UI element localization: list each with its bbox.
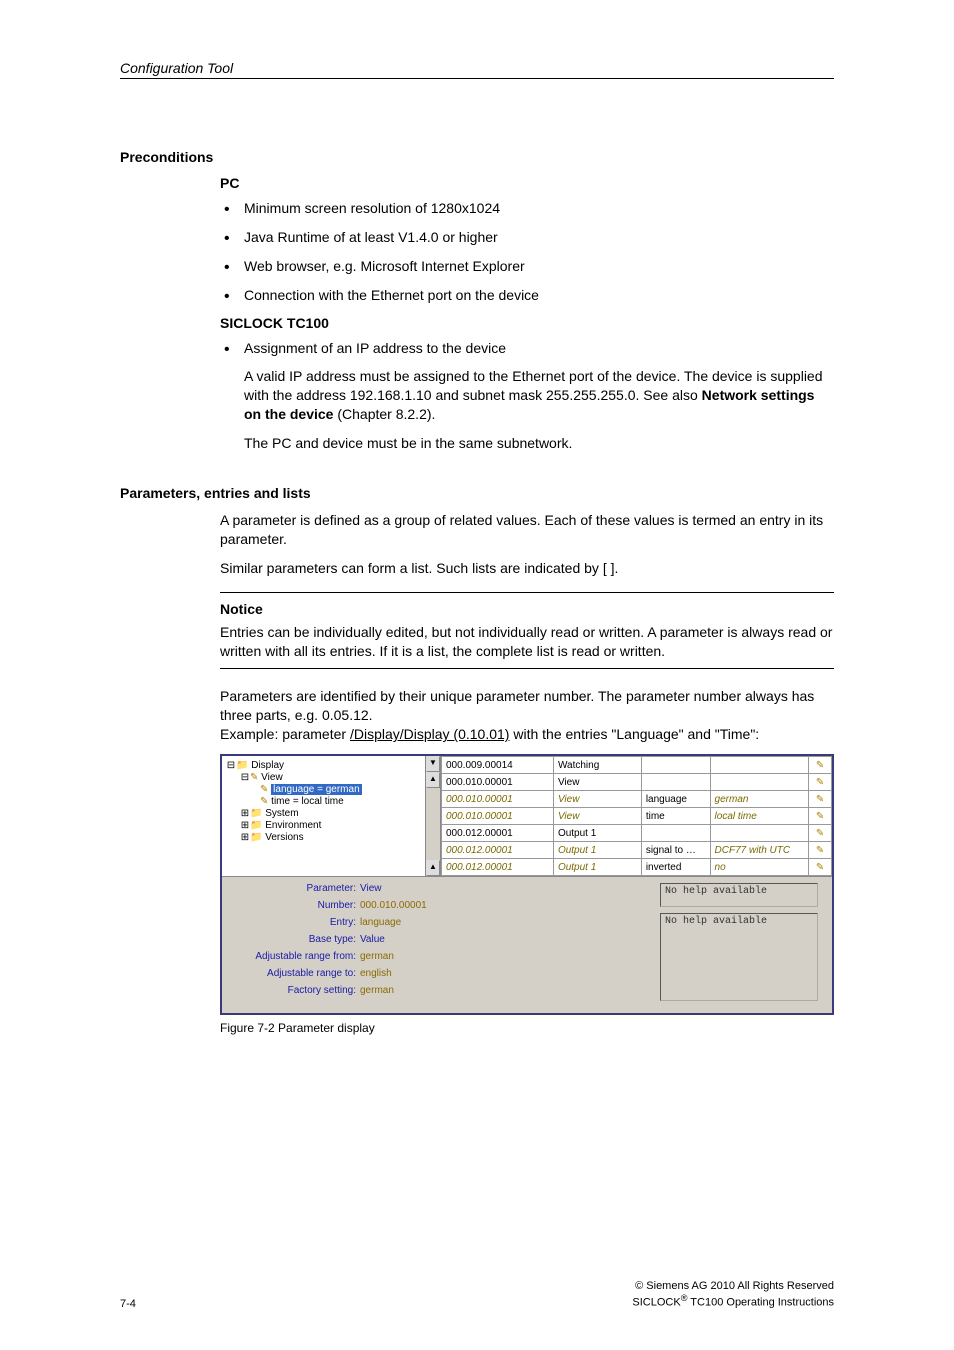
pc-bullet: Web browser, e.g. Microsoft Internet Exp… <box>220 257 834 276</box>
table-row[interactable]: 000.010.00001View✎ <box>442 774 832 791</box>
tc-para-2: The PC and device must be in the same su… <box>244 434 834 453</box>
scrollbar[interactable]: ▼ ▲ ▲ <box>426 756 441 876</box>
running-header: Configuration Tool <box>120 60 834 76</box>
tree-panel[interactable]: ⊟📁 Display ⊟✎ View ✎ language = german ✎… <box>222 756 426 876</box>
pencil-icon: ✎ <box>816 862 824 873</box>
tc-bullet-list: Assignment of an IP address to the devic… <box>220 339 834 358</box>
page-number: 7-4 <box>120 1298 136 1310</box>
tree-node[interactable]: Environment <box>265 820 321 831</box>
tree-node[interactable]: Display <box>251 760 284 771</box>
pencil-icon: ✎ <box>260 784 268 795</box>
figure-caption: Figure 7-2 Parameter display <box>220 1021 834 1035</box>
detail-panel: Parameter:View Number:000.010.00001 Entr… <box>228 883 654 1007</box>
subhead-siclock: SICLOCK TC100 <box>220 315 834 331</box>
help-box: No help available <box>660 883 818 907</box>
heading-parameters: Parameters, entries and lists <box>120 485 834 501</box>
pencil-icon: ✎ <box>816 828 824 839</box>
scroll-up-icon[interactable]: ▲ <box>426 860 440 876</box>
param-para-3b: Example: parameter /Display/Display (0.1… <box>220 725 834 744</box>
pencil-icon: ✎ <box>260 796 268 807</box>
tc-bullet: Assignment of an IP address to the devic… <box>220 339 834 358</box>
copyright: © Siemens AG 2010 All Rights Reserved <box>632 1279 834 1293</box>
tree-node[interactable]: View <box>261 772 283 783</box>
notice-heading: Notice <box>220 601 834 617</box>
table-row[interactable]: 000.010.00001Viewlanguagegerman✎ <box>442 791 832 808</box>
pencil-icon: ✎ <box>816 845 824 856</box>
param-para-1: A parameter is defined as a group of rel… <box>220 511 834 549</box>
heading-preconditions: Preconditions <box>120 149 834 165</box>
pc-bullet-list: Minimum screen resolution of 1280x1024 J… <box>220 199 834 305</box>
param-para-3a: Parameters are identified by their uniqu… <box>220 687 834 725</box>
tree-node[interactable]: System <box>265 808 298 819</box>
param-para-2: Similar parameters can form a list. Such… <box>220 559 834 578</box>
pencil-icon: ✎ <box>816 811 824 822</box>
header-rule <box>120 78 834 79</box>
pc-bullet: Java Runtime of at least V1.4.0 or highe… <box>220 228 834 247</box>
pc-bullet: Connection with the Ethernet port on the… <box>220 286 834 305</box>
table-row[interactable]: 000.012.00001Output 1invertedno✎ <box>442 859 832 876</box>
pc-bullet: Minimum screen resolution of 1280x1024 <box>220 199 834 218</box>
pencil-icon: ✎ <box>816 794 824 805</box>
pencil-icon: ✎ <box>816 760 824 771</box>
table-row[interactable]: 000.010.00001Viewtimelocal time✎ <box>442 808 832 825</box>
tree-node[interactable]: Versions <box>265 832 303 843</box>
page-footer: 7-4 © Siemens AG 2010 All Rights Reserve… <box>120 1279 834 1310</box>
notice-body: Entries can be individually edited, but … <box>220 623 834 661</box>
table-row[interactable]: 000.009.00014Watching✎ <box>442 757 832 774</box>
help-box: No help available <box>660 913 818 1001</box>
table-row[interactable]: 000.012.00001Output 1signal to …DCF77 wi… <box>442 842 832 859</box>
tree-node[interactable]: time = local time <box>271 796 344 807</box>
notice-block: Notice Entries can be individually edite… <box>220 592 834 670</box>
product-line: SICLOCK® TC100 Operating Instructions <box>632 1293 834 1310</box>
tc-para-1: A valid IP address must be assigned to t… <box>244 367 834 424</box>
scroll-up-icon[interactable]: ▲ <box>426 772 440 788</box>
subhead-pc: PC <box>220 175 834 191</box>
parameter-table[interactable]: 000.009.00014Watching✎000.010.00001View✎… <box>441 756 832 876</box>
parameter-display-screenshot: ⊟📁 Display ⊟✎ View ✎ language = german ✎… <box>220 754 834 1015</box>
table-row[interactable]: 000.012.00001Output 1✎ <box>442 825 832 842</box>
scroll-down-icon[interactable]: ▼ <box>426 756 440 772</box>
pencil-icon: ✎ <box>250 772 258 783</box>
pencil-icon: ✎ <box>816 777 824 788</box>
tree-node-selected[interactable]: language = german <box>271 784 361 795</box>
